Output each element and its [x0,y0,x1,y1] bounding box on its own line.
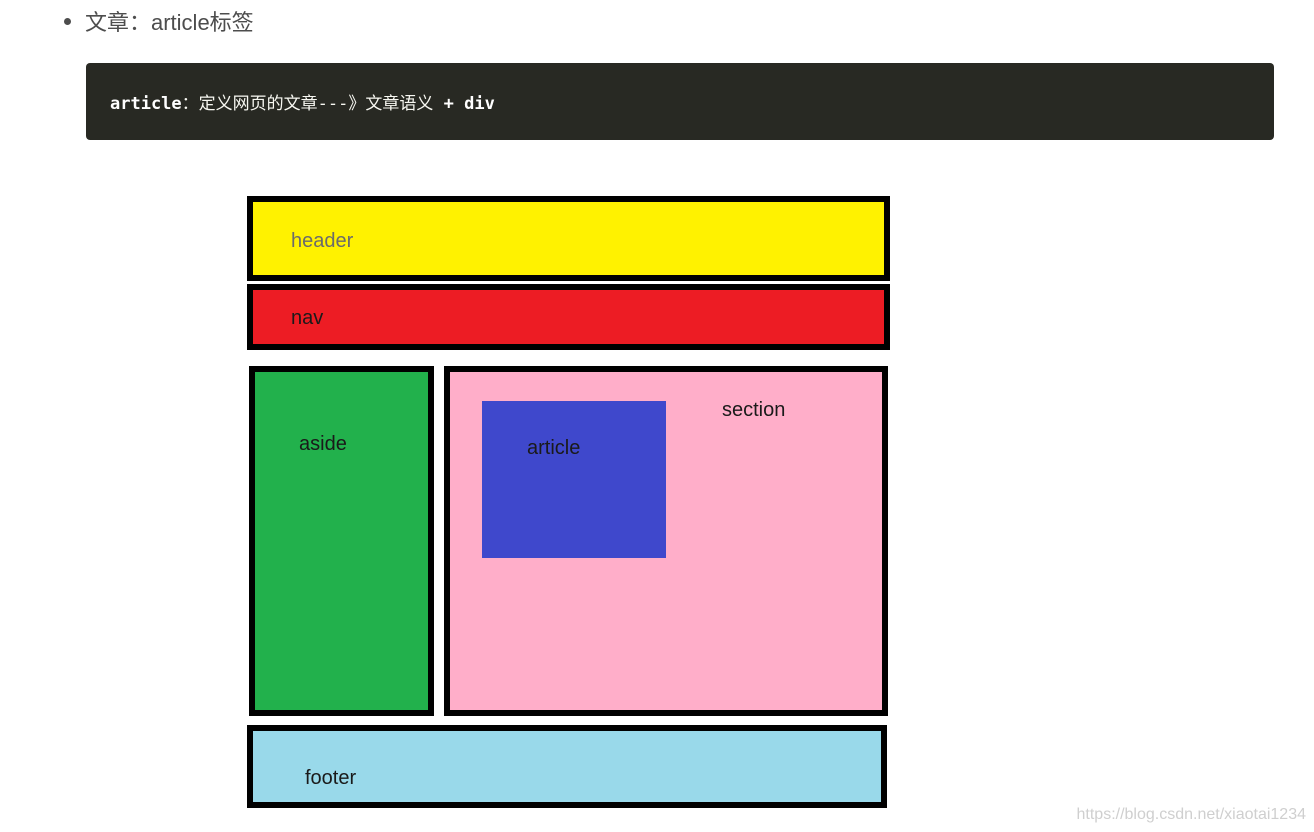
bullet-text: 文章：article标签 [85,10,254,35]
code-keyword: article [110,94,182,114]
bullet-dot-icon [64,17,71,25]
article-box: article [482,401,666,558]
code-plus: + [443,94,454,114]
nav-box: nav [247,284,890,350]
nav-label: nav [291,307,324,329]
header-box: header [247,196,890,281]
footer-label: footer [305,767,357,789]
bullet-item: 文章：article标签 [64,4,254,38]
aside-box: aside [249,366,434,716]
watermark: https://blog.csdn.net/xiaotai1234 [1076,806,1307,823]
code-description: ：定义网页的文章---》文章语义 [181,94,444,114]
section-label: section [722,399,786,421]
header-label: header [291,230,354,252]
article-label: article [527,437,581,459]
code-div: div [464,94,495,114]
footer-box: footer [247,725,887,808]
aside-label: aside [299,433,347,455]
code-line: article：定义网页的文章---》文章语义 + div [110,89,495,114]
code-block: article：定义网页的文章---》文章语义 + div [86,63,1274,140]
